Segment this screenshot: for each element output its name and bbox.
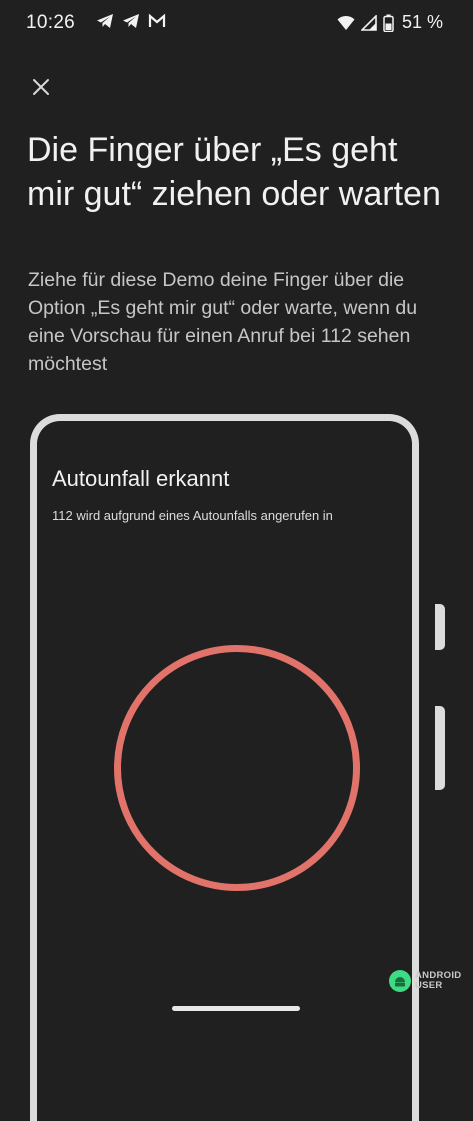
close-button[interactable] xyxy=(26,74,56,104)
watermark-line2: USER xyxy=(415,980,443,991)
android-robot-icon xyxy=(389,970,411,992)
status-time: 10:26 xyxy=(26,12,76,33)
demo-alert-subtitle: 112 wird aufgrund eines Autounfalls ange… xyxy=(52,508,333,523)
watermark-text: ANDROID USER xyxy=(415,971,461,991)
telegram-icon xyxy=(96,13,114,29)
phone-power-button xyxy=(435,706,445,790)
close-icon xyxy=(32,78,50,101)
page-title: Die Finger über „Es geht mir gut“ ziehen… xyxy=(27,131,441,213)
phone-volume-button xyxy=(435,604,445,650)
status-bar: 10:26 51 % xyxy=(0,0,473,48)
demo-alert-title: Autounfall erkannt xyxy=(52,466,230,491)
notification-icons xyxy=(96,13,166,29)
gmail-icon xyxy=(148,13,166,29)
battery-icon xyxy=(383,14,394,32)
watermark-logo: ANDROID USER xyxy=(389,966,473,996)
page-description: Ziehe für diese Demo deine Finger über d… xyxy=(28,269,418,375)
system-status-icons: 51 % xyxy=(337,12,443,33)
battery-percentage: 51 % xyxy=(401,12,443,32)
signal-icon xyxy=(360,14,377,31)
wifi-icon xyxy=(337,15,355,31)
swipe-ring[interactable] xyxy=(114,645,360,891)
gesture-nav-bar[interactable] xyxy=(172,1006,300,1011)
telegram-icon xyxy=(122,13,140,29)
